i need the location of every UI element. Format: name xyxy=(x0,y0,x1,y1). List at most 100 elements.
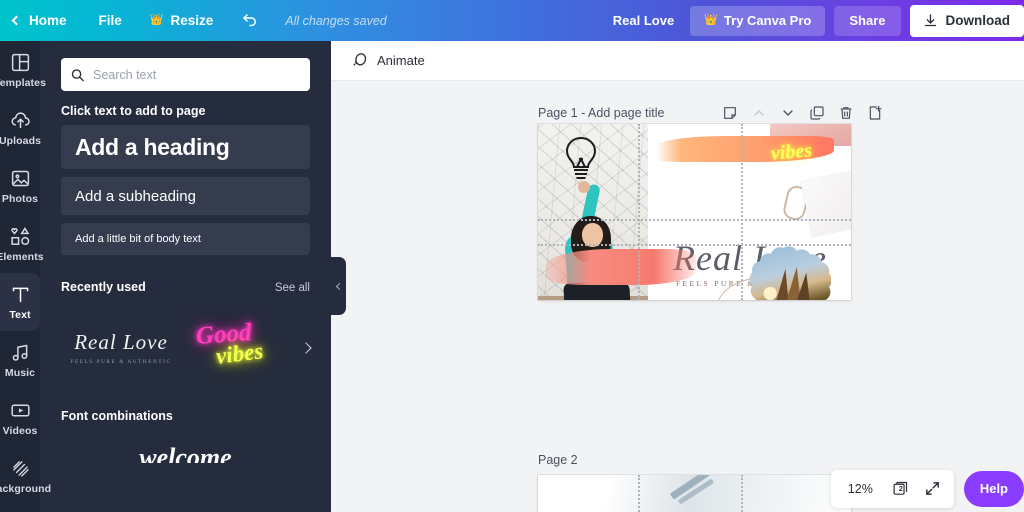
sidebar-item-uploads[interactable]: Uploads xyxy=(0,99,41,157)
chevron-right-icon xyxy=(300,342,312,354)
sidebar-label-elements: Elements xyxy=(0,250,44,263)
notes-button[interactable] xyxy=(715,102,744,124)
add-body-text-label: Add a little bit of body text xyxy=(75,233,201,245)
crown-icon: 👑 xyxy=(704,14,718,26)
document-title[interactable]: Real Love xyxy=(597,13,690,28)
page-2-canvas[interactable] xyxy=(538,475,851,512)
top-toolbar: Home File 👑 Resize All changes saved Rea… xyxy=(0,0,1024,41)
recently-used-next-button[interactable] xyxy=(297,337,315,359)
recent-item-real-love[interactable]: Real Love FEELS PURE & AUTHENTIC xyxy=(61,329,181,366)
top-toolbar-left: Home File 👑 Resize All changes saved xyxy=(0,0,387,41)
page-manager-button[interactable]: 2 xyxy=(886,475,916,503)
sidebar-label-templates: Templates xyxy=(0,76,47,89)
font-combinations-title: Font combinations xyxy=(61,409,173,423)
download-label: Download xyxy=(945,13,1011,28)
grid-guide-v1 xyxy=(638,124,640,300)
font-combinations-preview[interactable]: welcome xyxy=(40,445,331,463)
expand-icon xyxy=(926,482,940,495)
text-panel: Click text to add to page Add a heading … xyxy=(40,41,331,512)
context-toolbar: Animate xyxy=(331,41,1024,81)
left-rail: Templates Uploads Photos Elements xyxy=(0,41,51,512)
editor-area: Animate Page 1 - Add page title vibes Re… xyxy=(331,41,1024,512)
move-page-up-button[interactable] xyxy=(744,102,773,124)
zoom-level[interactable]: 12% xyxy=(837,482,884,496)
add-page-button[interactable] xyxy=(860,102,889,124)
resize-button[interactable]: 👑 Resize xyxy=(136,0,227,41)
page-count-badge: 2 xyxy=(898,485,903,493)
recent-item-good-vibes[interactable]: Good vibes xyxy=(193,319,285,377)
add-heading-button[interactable]: Add a heading xyxy=(61,125,310,169)
sidebar-item-music[interactable]: Music xyxy=(0,331,40,389)
search-input[interactable] xyxy=(93,59,310,90)
animate-button[interactable]: Animate xyxy=(345,47,430,75)
add-heading-label: Add a heading xyxy=(75,133,230,160)
file-label: File xyxy=(98,13,122,28)
chevron-down-icon xyxy=(783,110,793,116)
sidebar-label-videos: Videos xyxy=(2,424,38,437)
help-button[interactable]: Help xyxy=(963,470,1024,507)
recent-real-love-title: Real Love xyxy=(74,329,168,354)
search-box[interactable] xyxy=(61,58,310,91)
grid-guide-h1 xyxy=(538,219,851,221)
sidebar-label-music: Music xyxy=(4,366,36,379)
video-icon xyxy=(10,404,30,416)
recently-used-title: Recently used xyxy=(61,280,146,294)
panel-collapse-button[interactable] xyxy=(331,257,346,315)
click-text-caption: Click text to add to page xyxy=(61,104,206,118)
duplicate-page-button[interactable] xyxy=(802,102,831,124)
pink-brush-stroke xyxy=(546,249,696,285)
sidebar-item-elements[interactable]: Elements xyxy=(0,215,44,273)
see-all-link[interactable]: See all xyxy=(275,282,310,294)
page-1-title[interactable]: Page 1 - Add page title xyxy=(538,106,664,120)
undo-icon xyxy=(243,13,257,26)
music-note-icon xyxy=(12,344,27,361)
home-button[interactable]: Home xyxy=(0,0,85,41)
delete-page-button[interactable] xyxy=(831,102,860,124)
grid-guide-h2 xyxy=(538,244,851,246)
recent-vibes-word: vibes xyxy=(214,338,265,369)
upload-cloud-icon xyxy=(11,111,30,128)
sidebar-item-text[interactable]: Text xyxy=(0,273,40,331)
resize-label: Resize xyxy=(170,13,214,28)
chevron-left-icon xyxy=(11,15,22,26)
download-button[interactable]: Download xyxy=(909,4,1024,37)
trash-icon xyxy=(840,107,852,119)
shapes-icon xyxy=(10,226,29,245)
woman-hand xyxy=(578,181,590,193)
chevron-up-icon xyxy=(754,110,764,116)
share-button[interactable]: Share xyxy=(834,5,901,36)
zoom-controls-group: 12% 2 xyxy=(830,469,954,508)
scalloped-photo-frame xyxy=(749,246,831,300)
try-canva-pro-button[interactable]: 👑 Try Canva Pro xyxy=(690,5,826,36)
download-icon xyxy=(924,14,936,27)
page-1-tools xyxy=(715,102,889,124)
move-page-down-button[interactable] xyxy=(773,102,802,124)
canvas-scroll-area[interactable]: Page 1 - Add page title vibes Real Love … xyxy=(331,81,1024,512)
home-label: Home xyxy=(29,13,67,28)
image-icon xyxy=(11,170,29,186)
sidebar-item-background[interactable]: Background xyxy=(0,447,51,505)
animate-label: Animate xyxy=(377,53,425,68)
grid-guide-v2 xyxy=(741,124,743,300)
sidebar-item-templates[interactable]: Templates xyxy=(0,41,46,99)
sidebar-item-photos[interactable]: Photos xyxy=(0,157,40,215)
search-icon xyxy=(71,68,84,81)
sidebar-label-background: Background xyxy=(0,482,52,495)
notes-icon xyxy=(724,107,736,119)
save-status: All changes saved xyxy=(285,13,387,28)
page-2-title[interactable]: Page 2 xyxy=(538,453,578,467)
canva-editor: Home File 👑 Resize All changes saved Rea… xyxy=(0,0,1024,512)
add-subheading-button[interactable]: Add a subheading xyxy=(61,177,310,215)
fullscreen-button[interactable] xyxy=(918,475,948,503)
grid-guide-v2-page2 xyxy=(741,475,743,512)
undo-button[interactable] xyxy=(227,0,273,41)
sidebar-item-videos[interactable]: Videos xyxy=(0,389,40,447)
add-body-text-button[interactable]: Add a little bit of body text xyxy=(61,223,310,255)
crown-icon: 👑 xyxy=(149,14,164,26)
page-1-canvas[interactable]: vibes Real Love FEELS PURE & AUTHENTIC xyxy=(538,124,851,300)
add-subheading-label: Add a subheading xyxy=(75,187,196,205)
file-menu-button[interactable]: File xyxy=(85,0,136,41)
search-area xyxy=(40,41,331,91)
recent-real-love-subtitle: FEELS PURE & AUTHENTIC xyxy=(70,359,172,366)
design-neon-vibes: vibes xyxy=(770,139,813,165)
